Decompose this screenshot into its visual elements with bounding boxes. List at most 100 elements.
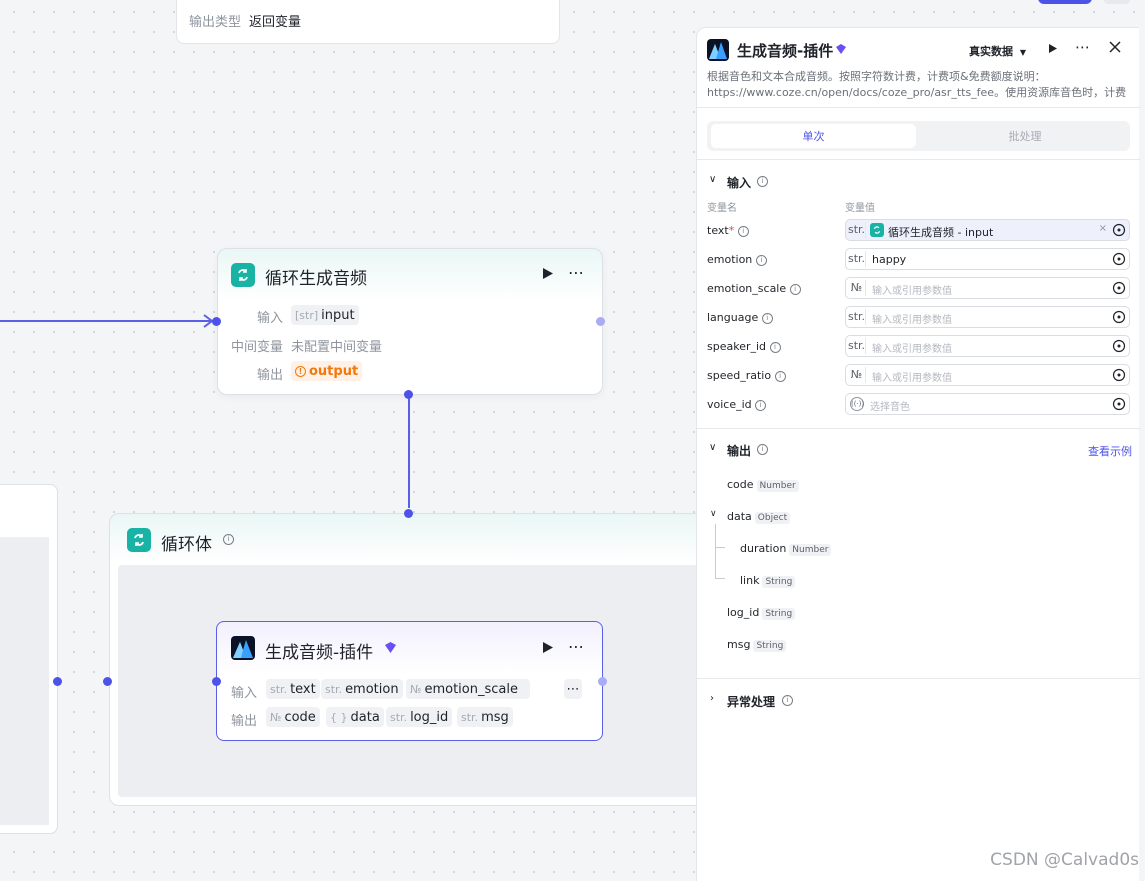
more-icon[interactable]: ⋯ [568, 263, 585, 282]
panel-plugin-icon [707, 39, 729, 61]
chevron-down-icon[interactable]: ∨ [710, 509, 717, 519]
col-var-name: 变量名 [707, 203, 737, 214]
output-field-data: data Object [727, 509, 791, 524]
info-icon: i [755, 254, 767, 266]
reference-target-icon[interactable] [1112, 281, 1126, 295]
reference-target-icon[interactable] [1112, 397, 1126, 411]
tree-line [715, 524, 716, 578]
chevron-right-icon[interactable]: › [710, 693, 714, 704]
var-name-voice-id: voice_id i [707, 398, 767, 411]
loop-body-top-port[interactable] [404, 509, 413, 518]
text-value-field[interactable]: str. 循环生成音频 - input × [845, 219, 1130, 241]
info-icon: i [789, 283, 801, 295]
output-label: 输出 [256, 368, 283, 383]
plugin-out-port[interactable] [598, 677, 607, 686]
watermark: CSDN @Calvad0s [990, 850, 1139, 870]
error-section-title[interactable]: 异常处理 [727, 693, 775, 710]
tree-line [715, 547, 725, 548]
verified-icon [385, 642, 396, 653]
mode-tabs: 单次 批处理 [707, 121, 1130, 151]
plugin-input-emotion: str. emotion [321, 679, 403, 699]
output-field-code: code Number [727, 477, 799, 492]
loop-body-icon [127, 528, 151, 552]
info-icon: i [769, 341, 781, 353]
expand-inputs-button[interactable]: ⋯ [564, 679, 582, 699]
plugin-input-label: 输入 [230, 686, 257, 701]
output-field-duration: duration Number [740, 541, 832, 556]
plugin-node[interactable]: 生成音频-插件 ⋯ 输入 str. text str. emotion № emoti… [216, 621, 603, 741]
tree-line [715, 578, 725, 579]
verified-icon [836, 44, 846, 54]
divider [697, 107, 1140, 108]
output-field-link: link String [740, 573, 796, 588]
mid-var-value: 未配置中间变量 [291, 340, 383, 355]
info-icon: i [757, 176, 768, 187]
var-name-emotion-scale: emotion_scale i [707, 282, 801, 295]
loop-body-in-port[interactable] [103, 677, 112, 686]
speed-ratio-value-field[interactable]: № 输入或引用参数值 [845, 364, 1130, 386]
language-value-field[interactable]: str. 输入或引用参数值 [845, 306, 1130, 328]
reference-target-icon[interactable] [1112, 368, 1126, 382]
tab-single[interactable]: 单次 [711, 124, 916, 148]
emotion-value-field[interactable]: str. happy [845, 248, 1130, 270]
loop-ref-icon [870, 223, 884, 237]
voice-id-select[interactable]: ((·)) 选择音色 [845, 393, 1130, 415]
info-icon: i [755, 399, 767, 411]
var-name-text: text* i [707, 224, 749, 237]
left-out-port[interactable] [53, 677, 62, 686]
output-section-title: 输出 [727, 444, 752, 458]
loop-in-port[interactable] [212, 317, 221, 326]
divider [697, 428, 1140, 429]
loop-body-port[interactable] [404, 390, 413, 399]
divider [697, 159, 1140, 160]
input-tag: [str] input [291, 305, 359, 325]
info-icon: i [761, 312, 773, 324]
loop-out-port[interactable] [596, 317, 605, 326]
more-icon[interactable]: ⋯ [568, 637, 585, 656]
plugin-output-label: 输出 [230, 714, 257, 729]
plugin-output-log-id: str. log_id [386, 707, 453, 727]
run-icon[interactable] [1048, 43, 1058, 54]
divider [697, 678, 1140, 679]
left-loop-inner [0, 537, 49, 825]
reference-target-icon[interactable] [1112, 310, 1126, 324]
tab-batch[interactable]: 批处理 [925, 124, 1125, 148]
more-icon[interactable]: ⋯ [1075, 38, 1090, 56]
reference-target-icon[interactable] [1112, 223, 1126, 237]
close-icon[interactable] [1109, 41, 1121, 53]
chevron-down-icon[interactable]: ∨ [709, 442, 716, 453]
info-icon: i [782, 695, 793, 706]
run-icon[interactable] [542, 641, 554, 654]
view-example-link[interactable]: 查看示例 [1088, 443, 1132, 459]
reference-target-icon[interactable] [1112, 339, 1126, 353]
loop-body-title: 循环体 [161, 535, 212, 555]
output-field-log-id: log_id String [727, 605, 796, 620]
var-name-speaker-id: speaker_id i [707, 340, 781, 353]
loop-node[interactable]: 循环生成音频 ⋯ 输入 [str] input 中间变量 未配置中间变量 输出 … [217, 248, 603, 395]
plugin-output-msg: str. msg [457, 707, 513, 727]
panel-title: 生成音频-插件 [737, 42, 834, 60]
var-name-emotion: emotion i [707, 253, 767, 266]
var-name-language: language i [707, 311, 773, 324]
run-icon[interactable] [542, 267, 554, 280]
chevron-down-icon: ▼ [1019, 48, 1026, 57]
info-icon: i [223, 534, 234, 545]
speaker-id-value-field[interactable]: str. 输入或引用参数值 [845, 335, 1130, 357]
plugin-input-emotion-scale: № emotion_scale [406, 679, 530, 699]
input-section-title: 输入 [727, 176, 752, 190]
loop-node-title: 循环生成音频 [265, 269, 367, 289]
plugin-logo-icon [231, 636, 255, 660]
input-label: 输入 [256, 311, 283, 326]
voice-icon: ((·)) [850, 397, 864, 411]
var-name-speed-ratio: speed_ratio i [707, 369, 786, 382]
chevron-down-icon[interactable]: ∨ [709, 174, 716, 185]
info-icon: i [737, 225, 749, 237]
data-mode-select[interactable]: 真实数据 ▼ [969, 43, 1026, 59]
plugin-input-text: str. text [266, 679, 320, 699]
clear-icon[interactable]: × [1099, 223, 1107, 234]
reference-target-icon[interactable] [1112, 252, 1126, 266]
panel-description: 根据音色和文本合成音频。按照字符数计费，计费项&免费额度说明：https://w… [707, 70, 1127, 99]
emotion-scale-value-field[interactable]: № 输入或引用参数值 [845, 277, 1130, 299]
warning-icon: ! [295, 365, 306, 377]
plugin-in-port[interactable] [212, 677, 221, 686]
